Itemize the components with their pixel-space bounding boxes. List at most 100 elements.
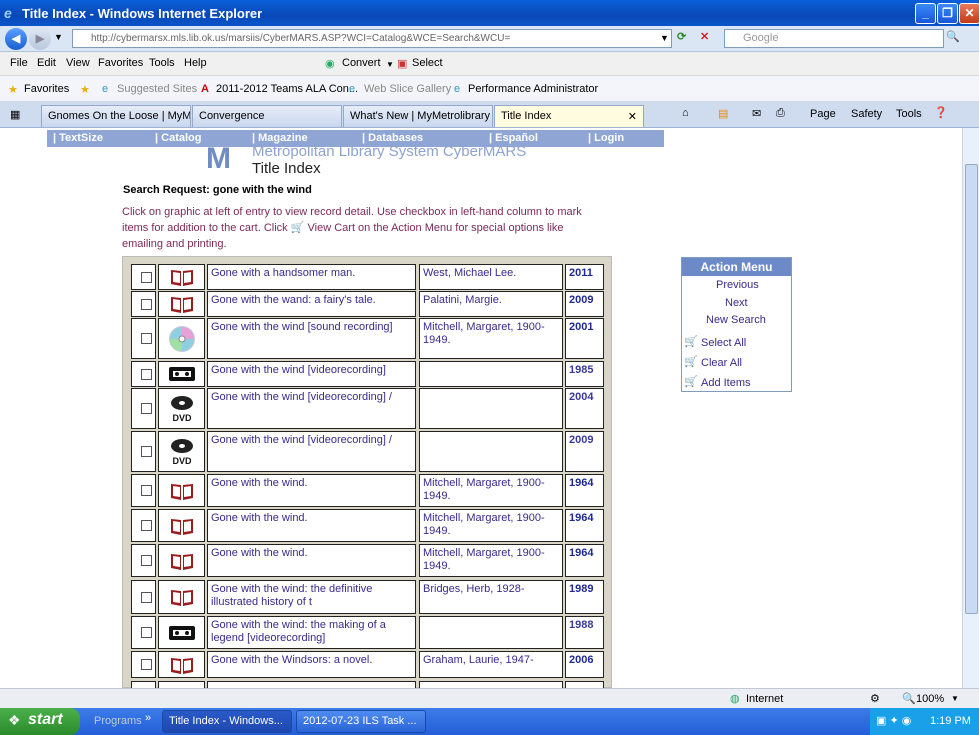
title-link[interactable]: Gone with the wand: a fairy's tale. [207, 291, 416, 317]
toolbar-expand-icon[interactable]: » [145, 712, 151, 724]
select-icon: ▣ [397, 58, 408, 70]
book-icon[interactable] [158, 580, 205, 614]
previous-link[interactable]: Previous [716, 279, 759, 291]
search-input[interactable]: Google [724, 29, 944, 48]
checkbox-cell [131, 580, 156, 614]
window-title-bar[interactable]: e Title Index - Windows Internet Explore… [0, 0, 979, 26]
address-dropdown-icon[interactable]: ▼ [660, 33, 669, 43]
new-search-link[interactable]: New Search [706, 314, 766, 326]
menu-file[interactable]: File [10, 57, 28, 69]
tray-icons[interactable]: ▣ ✦ ◉ [876, 714, 911, 727]
title-link[interactable]: Gone with the wind [sound recording] [207, 318, 416, 359]
tab-convergence[interactable]: Convergence [192, 105, 342, 127]
select-all-link[interactable]: Select All [701, 337, 746, 349]
row-checkbox[interactable] [141, 485, 152, 496]
menu-favorites[interactable]: Favorites [98, 57, 143, 69]
title-link[interactable]: Gone with the wind. [207, 509, 416, 542]
protected-mode-icon[interactable]: ⚙ [870, 692, 880, 705]
tools-menu[interactable]: Tools [896, 108, 922, 120]
next-link[interactable]: Next [725, 297, 748, 309]
tab-whats-new[interactable]: What's New | MyMetrolibrary [343, 105, 493, 127]
fav-performance-admin[interactable]: Performance Administrator [468, 83, 598, 95]
menu-tools[interactable]: Tools [149, 57, 175, 69]
add-items-link[interactable]: Add Items [701, 377, 751, 389]
book-icon[interactable] [158, 291, 205, 317]
row-checkbox[interactable] [141, 333, 152, 344]
menu-edit[interactable]: Edit [37, 57, 56, 69]
title-link[interactable]: Gone with the Windsors: a novel. [207, 651, 416, 678]
title-link[interactable]: Gone with the wind [videorecording] [207, 361, 416, 387]
home-icon[interactable]: ⌂ [682, 107, 689, 119]
start-label: start [28, 711, 63, 728]
row-checkbox[interactable] [141, 403, 152, 414]
vertical-scrollbar[interactable] [962, 128, 979, 688]
book-icon[interactable] [158, 264, 205, 290]
mail-icon[interactable]: ✉ [752, 107, 761, 120]
dvd-icon[interactable]: DVD [158, 388, 205, 429]
title-link[interactable]: Gone with the wind [videorecording] / [207, 431, 416, 472]
title-link[interactable]: Gone with the wind: the definitive illus… [207, 580, 416, 614]
select-button[interactable]: Select [412, 57, 443, 69]
programs-toolbar[interactable]: Programs [94, 715, 142, 727]
row-checkbox[interactable] [141, 271, 152, 283]
search-icon[interactable]: 🔍 [946, 30, 960, 43]
book-icon[interactable] [158, 651, 205, 678]
zoom-dropdown-icon[interactable]: ▼ [951, 694, 959, 703]
book-icon[interactable] [158, 544, 205, 577]
row-checkbox[interactable] [141, 368, 152, 380]
page-menu[interactable]: Page [810, 108, 836, 120]
close-button[interactable]: ✕ [959, 3, 979, 24]
fav-teams[interactable]: 2011-2012 Teams ALA Con... [216, 83, 358, 95]
fav-web-slice[interactable]: Web Slice Gallery [364, 83, 451, 95]
back-button[interactable]: ◀ [5, 28, 27, 50]
row-checkbox[interactable] [141, 591, 152, 603]
title-link[interactable]: Gone with the wind: the making of a lege… [207, 616, 416, 649]
cd-icon[interactable] [158, 318, 205, 359]
menu-help[interactable]: Help [184, 57, 207, 69]
book-icon[interactable] [158, 474, 205, 507]
help-icon[interactable]: ❓ [934, 106, 948, 119]
row-checkbox[interactable] [141, 298, 152, 310]
book-icon[interactable] [158, 509, 205, 542]
fav-suggested-sites[interactable]: Suggested Sites [117, 83, 197, 95]
nav-textsize[interactable]: | TextSize [53, 132, 103, 144]
stop-icon[interactable]: ✕ [700, 30, 709, 43]
address-field[interactable]: http://cybermarsx.mls.lib.ok.us/marsiis/… [72, 29, 672, 48]
print-icon[interactable]: ⎙ [776, 107, 785, 120]
close-tab-icon[interactable]: ✕ [628, 110, 637, 123]
quick-tabs-icon[interactable]: ▦ [10, 108, 20, 121]
maximize-button[interactable]: ❐ [937, 3, 958, 24]
title-link[interactable]: Gone with a handsomer man. [207, 264, 416, 290]
minimize-button[interactable]: _ [915, 3, 936, 24]
title-link[interactable]: Gone with the wind. [207, 544, 416, 577]
vhs-icon[interactable] [158, 616, 205, 649]
task-title-index[interactable]: Title Index - Windows... [162, 710, 292, 733]
clear-all-link[interactable]: Clear All [701, 357, 742, 369]
row-checkbox[interactable] [141, 555, 152, 566]
forward-button[interactable]: ▶ [29, 28, 51, 50]
zoom-level[interactable]: 100% [916, 693, 944, 705]
refresh-icon[interactable]: ⟳ [677, 30, 686, 43]
feeds-icon[interactable]: ▤ [718, 107, 728, 120]
recent-pages-dropdown-icon[interactable]: ▼ [54, 32, 63, 42]
add-favorites-icon[interactable]: ★ [80, 83, 90, 96]
task-ils[interactable]: 2012-07-23 ILS Task ... [296, 710, 426, 733]
row-checkbox[interactable] [141, 627, 152, 638]
row-checkbox[interactable] [141, 520, 152, 531]
nav-catalog[interactable]: | Catalog [155, 132, 201, 144]
dvd-icon[interactable]: DVD [158, 431, 205, 472]
nav-login[interactable]: | Login [588, 132, 624, 144]
safety-menu[interactable]: Safety [851, 108, 882, 120]
scrollbar-thumb[interactable] [965, 164, 978, 614]
favorites-button[interactable]: Favorites [24, 83, 69, 95]
tab-title-index[interactable]: Title Index ✕ [494, 105, 644, 127]
vhs-icon[interactable] [158, 361, 205, 387]
row-checkbox[interactable] [141, 446, 152, 457]
title-link[interactable]: Gone with the wind. [207, 474, 416, 507]
tab-gnomes[interactable]: Gnomes On the Loose | MyM... [41, 105, 191, 127]
title-link[interactable]: Gone with the wind [videorecording] / [207, 388, 416, 429]
convert-button[interactable]: Convert [342, 57, 381, 69]
menu-view[interactable]: View [66, 57, 90, 69]
convert-dropdown-icon[interactable]: ▼ [386, 60, 394, 69]
row-checkbox[interactable] [141, 659, 152, 670]
